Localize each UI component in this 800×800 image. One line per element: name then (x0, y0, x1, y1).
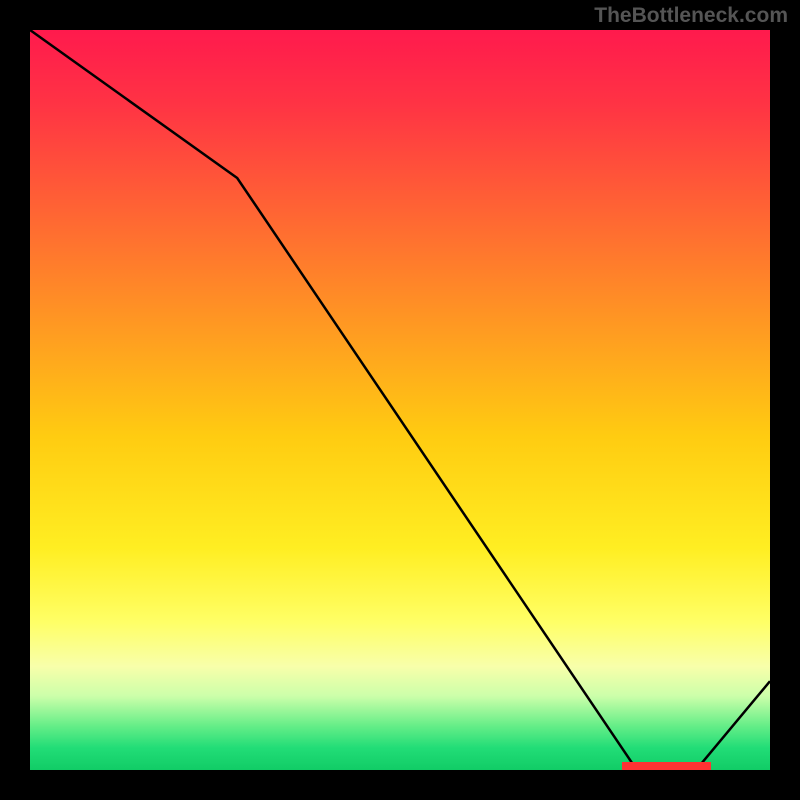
watermark-text: TheBottleneck.com (594, 4, 788, 28)
optimal-range-indicator (622, 762, 711, 770)
chart-background (30, 30, 770, 770)
